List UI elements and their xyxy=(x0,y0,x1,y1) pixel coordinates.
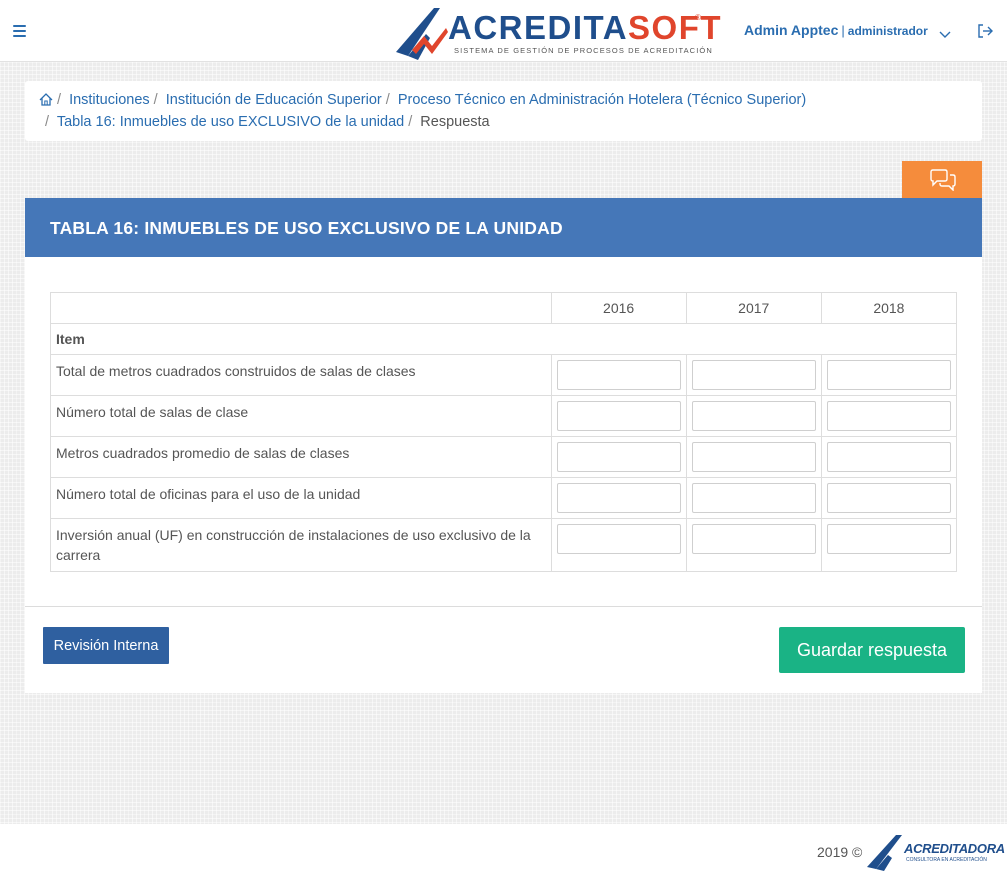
logout-icon[interactable] xyxy=(977,24,993,38)
breadcrumb-table[interactable]: Tabla 16: Inmuebles de uso EXCLUSIVO de … xyxy=(57,114,404,130)
value-input-2017[interactable] xyxy=(691,442,816,472)
breadcrumb-current: Respuesta xyxy=(420,114,490,130)
comments-icon xyxy=(930,169,956,191)
item-header: Item xyxy=(50,323,957,355)
value-input-2018[interactable] xyxy=(826,524,951,554)
save-response-button[interactable]: Guardar respuesta xyxy=(779,627,965,673)
value-input-2017[interactable] xyxy=(691,401,816,431)
row-label: Total de metros cuadrados construidos de… xyxy=(50,354,552,396)
breadcrumb-process[interactable]: Proceso Técnico en Administración Hotele… xyxy=(398,92,806,108)
table-row: Número total de salas de clase xyxy=(50,395,958,437)
breadcrumb-institution[interactable]: Institución de Educación Superior xyxy=(166,92,382,108)
copyright-text: 2019 © xyxy=(817,844,863,860)
table-row: Metros cuadrados promedio de salas de cl… xyxy=(50,436,958,478)
brand-tagline: SISTEMA DE GESTIÓN DE PROCESOS DE ACREDI… xyxy=(454,46,713,55)
table-row: Número total de oficinas para el uso de … xyxy=(50,477,958,519)
footer-brand-tagline: CONSULTORA EN ACREDITACIÓN xyxy=(906,857,987,863)
value-input-2017[interactable] xyxy=(691,524,816,554)
acreditasoft-logo[interactable]: ACREDITASOFT ® SISTEMA DE GESTIÓN DE PRO… xyxy=(394,6,721,60)
table-row: Inversión anual (UF) en construcción de … xyxy=(50,518,958,572)
row-label: Número total de salas de clase xyxy=(50,395,552,437)
value-input-2016[interactable] xyxy=(556,360,681,390)
response-panel: TABLA 16: INMUEBLES DE USO EXCLUSIVO DE … xyxy=(25,198,982,693)
row-label: Número total de oficinas para el uso de … xyxy=(50,477,552,519)
acreditadora-logo[interactable]: ACREDITADORA CONSULTORA EN ACREDITACIÓN xyxy=(866,833,1005,871)
hamburger-menu-icon[interactable] xyxy=(13,25,26,37)
value-input-2018[interactable] xyxy=(826,401,951,431)
value-input-2016[interactable] xyxy=(556,524,681,554)
value-input-2016[interactable] xyxy=(556,442,681,472)
user-separator: | xyxy=(841,23,845,38)
panel-header: TABLA 16: INMUEBLES DE USO EXCLUSIVO DE … xyxy=(25,198,982,257)
value-input-2018[interactable] xyxy=(826,442,951,472)
table-row: Total de metros cuadrados construidos de… xyxy=(50,354,958,396)
table-header-row: 2016 2017 2018 xyxy=(50,292,958,324)
breadcrumb-separator: / xyxy=(408,114,413,130)
breadcrumb: / Instituciones / Institución de Educació… xyxy=(25,81,982,141)
footer-brand-name: ACREDITADORA xyxy=(904,841,1005,856)
data-table: 2016 2017 2018 Item Total de metros cuad… xyxy=(50,292,958,572)
year-header: 2017 xyxy=(685,292,822,324)
footer: 2019 © ACREDITADORA CONSULTORA EN ACREDI… xyxy=(0,824,1007,879)
internal-review-button[interactable]: Revisión Interna xyxy=(43,627,169,664)
value-input-2017[interactable] xyxy=(691,483,816,513)
year-header: 2016 xyxy=(550,292,687,324)
value-input-2016[interactable] xyxy=(556,401,681,431)
breadcrumb-separator: / xyxy=(153,92,158,108)
chevron-down-icon[interactable] xyxy=(939,31,951,39)
user-menu[interactable]: Admin Apptec | administrador xyxy=(744,22,928,40)
breadcrumb-institutions[interactable]: Instituciones xyxy=(69,92,150,108)
breadcrumb-separator: / xyxy=(57,92,62,108)
value-input-2017[interactable] xyxy=(691,360,816,390)
user-role: administrador xyxy=(847,24,928,38)
comments-tab[interactable] xyxy=(902,161,982,198)
value-input-2016[interactable] xyxy=(556,483,681,513)
year-header: 2018 xyxy=(820,292,958,324)
page-title: TABLA 16: INMUEBLES DE USO EXCLUSIVO DE … xyxy=(50,218,563,238)
registered-mark: ® xyxy=(695,13,701,22)
brand-name: ACREDITASOFT xyxy=(448,9,723,46)
top-navbar: ACREDITASOFT ® SISTEMA DE GESTIÓN DE PRO… xyxy=(0,0,1007,62)
value-input-2018[interactable] xyxy=(826,360,951,390)
row-label: Inversión anual (UF) en construcción de … xyxy=(50,518,552,572)
divider xyxy=(25,606,982,607)
value-input-2018[interactable] xyxy=(826,483,951,513)
breadcrumb-separator: / xyxy=(385,92,390,108)
row-label: Metros cuadrados promedio de salas de cl… xyxy=(50,436,552,478)
home-icon[interactable] xyxy=(39,93,53,106)
breadcrumb-separator: / xyxy=(45,114,50,130)
item-header-row: Item xyxy=(50,323,957,355)
user-name: Admin Apptec xyxy=(744,22,839,38)
empty-header-cell xyxy=(50,292,552,324)
